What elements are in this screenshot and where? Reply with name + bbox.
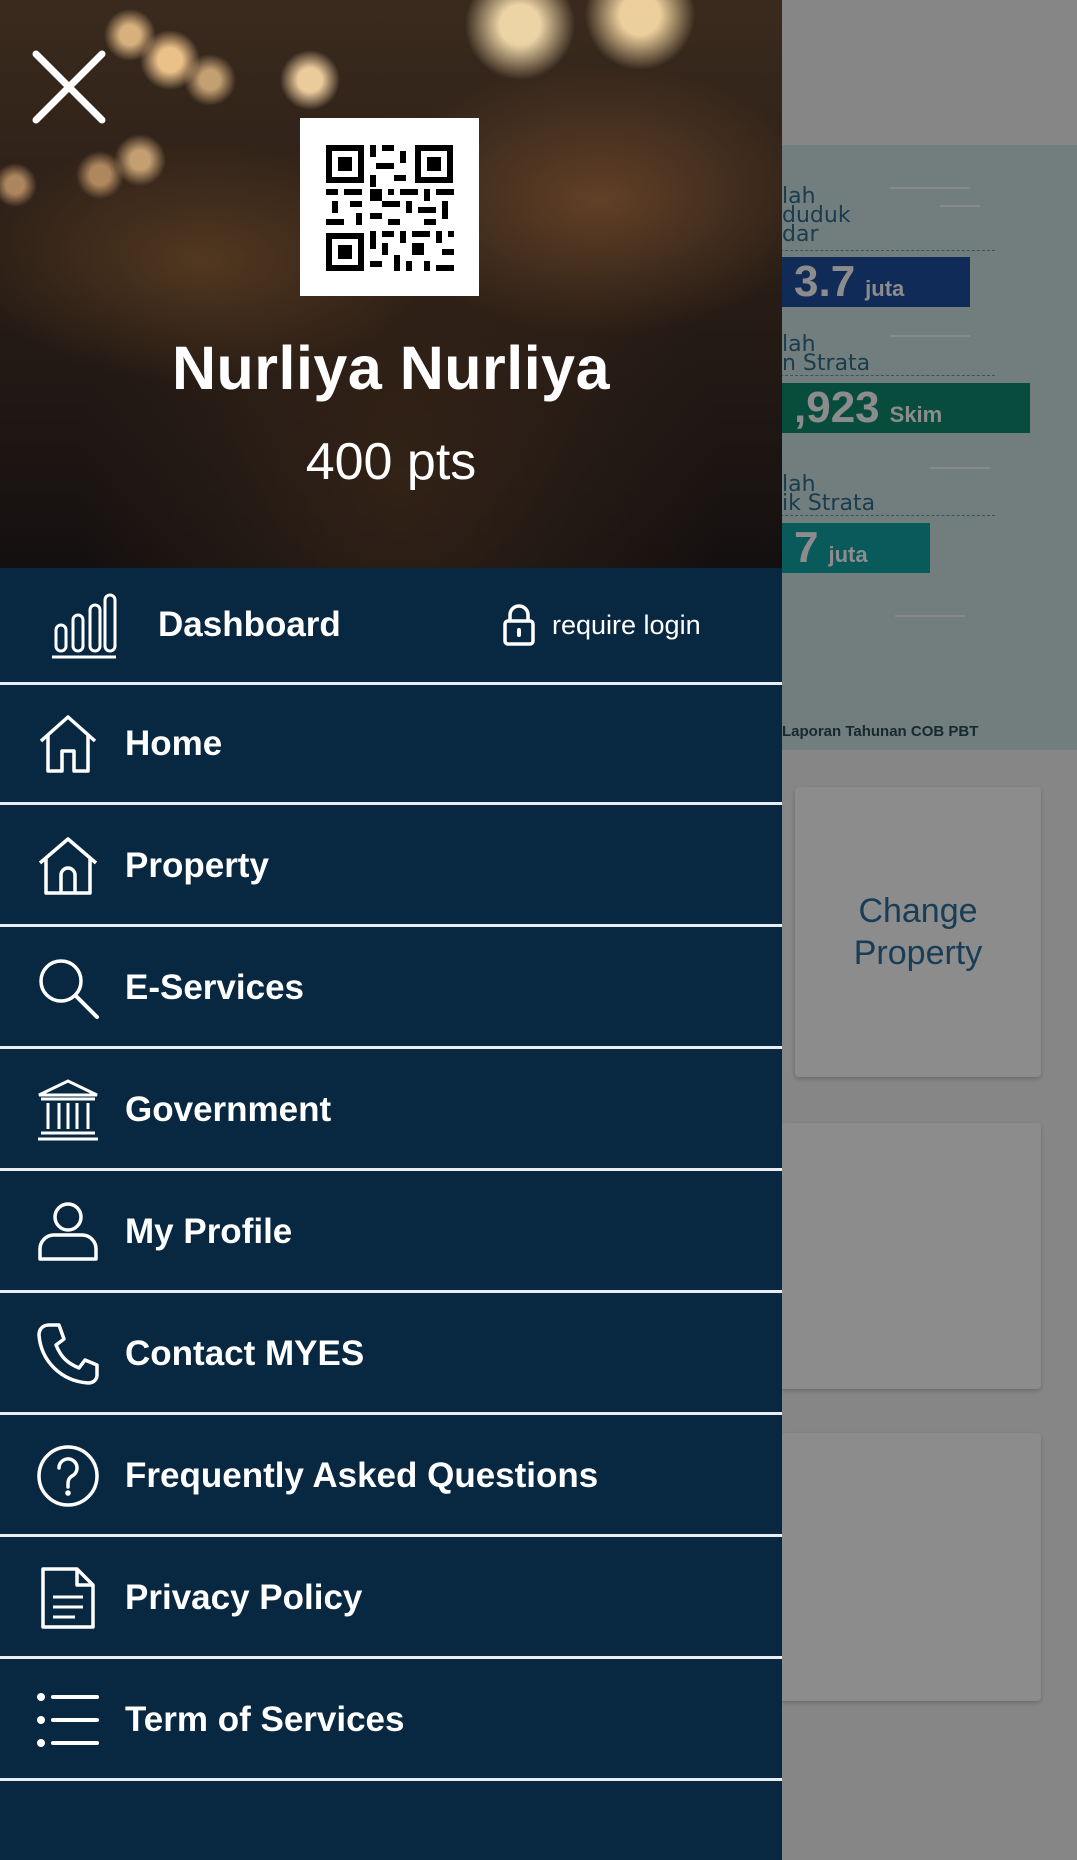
bar-chart-icon [52,593,117,659]
menu-item-label: Frequently Asked Questions [125,1455,599,1495]
menu-item-label: My Profile [125,1211,293,1251]
menu-item-term-of-services[interactable]: Term of Services [0,1661,782,1781]
user-points: 400 pts [305,433,477,491]
question-icon [37,1444,99,1507]
government-icon [38,1078,98,1140]
drawer-header: Nurliya Nurliya 400 pts [0,0,782,568]
menu-item-label: Privacy Policy [125,1577,363,1617]
menu-item-label: Contact MYES [125,1333,365,1373]
menu-item-label: Home [125,723,223,763]
menu-item-label: Dashboard [158,605,341,644]
menu-item-label: Term of Services [125,1699,405,1739]
search-icon [39,958,99,1019]
navigation-drawer: Nurliya Nurliya 400 pts Dashboard requir… [0,0,782,1860]
menu-item-label: E-Services [125,967,305,1007]
menu-item-property[interactable]: Property [0,807,782,927]
menu-item-faq[interactable]: Frequently Asked Questions [0,1417,782,1537]
qr-code[interactable] [300,118,479,296]
lock-icon [503,604,535,646]
menu-item-home[interactable]: Home [0,685,782,805]
menu-item-government[interactable]: Government [0,1051,782,1171]
list-icon [37,1692,99,1747]
menu-item-dashboard[interactable]: Dashboard require login [0,568,782,685]
close-icon[interactable] [22,40,112,130]
document-icon [41,1566,95,1629]
menu-item-label: Government [125,1089,332,1129]
menu-item-contact-myes[interactable]: Contact MYES [0,1295,782,1415]
menu-item-label: Property [125,845,269,885]
property-icon [38,836,98,895]
user-name: Nurliya Nurliya [171,334,611,402]
phone-icon [37,1322,99,1385]
profile-icon [38,1201,98,1261]
require-login-note: require login [552,609,701,640]
home-icon [39,714,97,773]
menu-item-privacy-policy[interactable]: Privacy Policy [0,1539,782,1659]
menu-item-my-profile[interactable]: My Profile [0,1173,782,1293]
menu-item-e-services[interactable]: E-Services [0,929,782,1049]
